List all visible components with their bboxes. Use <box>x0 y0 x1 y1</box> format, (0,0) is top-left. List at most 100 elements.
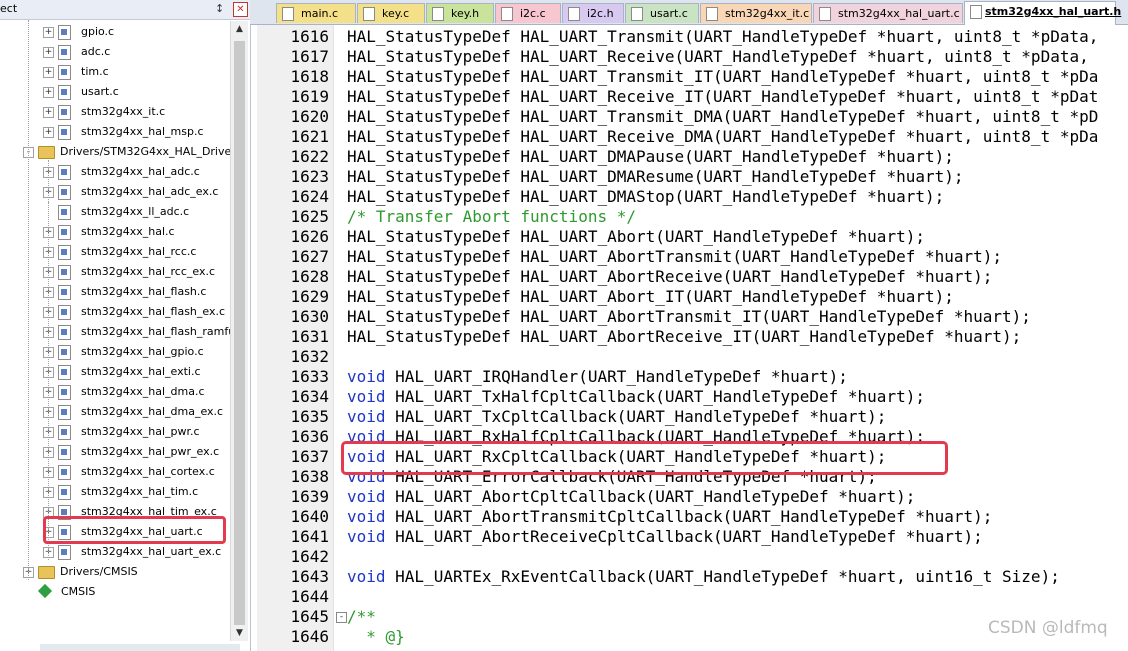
scroll-thumb[interactable] <box>234 41 245 626</box>
code-line[interactable]: void HAL_UART_TxHalfCpltCallback(UART_Ha… <box>347 387 925 407</box>
c-file-icon <box>58 65 71 80</box>
tab-i2c-c[interactable]: i2c.c <box>495 3 561 23</box>
tree-item[interactable]: + stm32g4xx_hal_rcc_ex.c <box>0 262 230 282</box>
file-icon <box>363 7 375 21</box>
code-line[interactable]: void HAL_UART_IRQHandler(UART_HandleType… <box>347 367 848 387</box>
code-line[interactable]: /** <box>347 607 376 627</box>
code-line[interactable]: void HAL_UARTEx_RxEventCallback(UART_Han… <box>347 567 1060 587</box>
tree-item[interactable]: + stm32g4xx_hal_dma_ex.c <box>0 402 230 422</box>
tree-item-label: stm32g4xx_hal_msp.c <box>81 125 204 138</box>
c-file-icon <box>58 485 71 500</box>
code-line[interactable]: void HAL_UART_TxCpltCallback(UART_Handle… <box>347 407 886 427</box>
tree-item[interactable]: + Drivers/CMSIS <box>0 562 230 582</box>
line-number: 1634 <box>290 387 329 406</box>
c-file-icon <box>58 405 71 420</box>
tree-item[interactable]: - Drivers/STM32G4xx_HAL_Driver <box>0 142 236 162</box>
code-token: HAL_UART_TxHalfCpltCallback(UART_HandleT… <box>385 387 925 406</box>
tree-item[interactable]: + stm32g4xx_hal_flash.c <box>0 282 230 302</box>
code-line[interactable]: HAL_StatusTypeDef HAL_UART_DMAPause(UART… <box>347 147 954 167</box>
code-line[interactable]: HAL_StatusTypeDef HAL_UART_AbortReceive(… <box>347 267 992 287</box>
tab-key-h[interactable]: key.h <box>426 3 494 23</box>
close-icon[interactable]: ✕ <box>233 2 248 17</box>
code-line[interactable]: HAL_StatusTypeDef HAL_UART_Receive(UART_… <box>347 47 1098 67</box>
code-line[interactable]: HAL_StatusTypeDef HAL_UART_DMAResume(UAR… <box>347 167 964 187</box>
tree-item[interactable]: + stm32g4xx_hal_exti.c <box>0 362 230 382</box>
file-icon <box>432 7 444 21</box>
c-file-icon <box>58 185 71 200</box>
code-line[interactable]: void HAL_UART_AbortCpltCallback(UART_Han… <box>347 487 915 507</box>
tree-item[interactable]: + stm32g4xx_hal_pwr_ex.c <box>0 442 230 462</box>
tree-item[interactable]: + stm32g4xx_hal_dma.c <box>0 382 230 402</box>
tree-item[interactable]: + stm32g4xx_hal_cortex.c <box>0 462 230 482</box>
fold-toggle-icon[interactable]: - <box>336 612 347 623</box>
tree-item[interactable]: CMSIS <box>0 582 230 602</box>
code-line[interactable]: HAL_StatusTypeDef HAL_UART_Transmit_IT(U… <box>347 67 1098 87</box>
tab-stm32g4xx-hal-uart-c[interactable]: stm32g4xx_hal_uart.c <box>813 3 963 23</box>
tab-main-c[interactable]: main.c <box>276 3 356 23</box>
code-token: HAL_StatusTypeDef HAL_UART_Receive(UART_… <box>347 47 1099 66</box>
tab-stm32g4xx-it-c[interactable]: stm32g4xx_it.c <box>700 3 812 23</box>
tab-label: stm32g4xx_hal_uart.h <box>985 5 1122 18</box>
tree-item[interactable]: + stm32g4xx_hal_flash_ramfun <box>0 322 242 342</box>
tree-item[interactable]: stm32g4xx_ll_adc.c <box>0 202 230 222</box>
tree-item-label: stm32g4xx_hal_pwr_ex.c <box>81 445 220 458</box>
code-token: HAL_UART_AbortTransmitCpltCallback(UART_… <box>385 507 993 526</box>
code-line[interactable]: HAL_StatusTypeDef HAL_UART_Transmit_DMA(… <box>347 107 1098 127</box>
tree-item[interactable]: + stm32g4xx_it.c <box>0 102 230 122</box>
c-file-icon <box>58 45 71 60</box>
tab-i2c-h[interactable]: i2c.h <box>562 3 624 23</box>
code-line[interactable]: HAL_StatusTypeDef HAL_UART_Abort_IT(UART… <box>347 287 954 307</box>
tree-item[interactable]: + stm32g4xx_hal_gpio.c <box>0 342 230 362</box>
tree-item[interactable]: + stm32g4xx_hal.c <box>0 222 230 242</box>
expand-icon[interactable]: + <box>43 107 54 118</box>
expand-icon[interactable]: + <box>43 67 54 78</box>
tree-item[interactable]: + stm32g4xx_hal_uart_ex.c <box>0 542 230 562</box>
code-line[interactable]: HAL_StatusTypeDef HAL_UART_AbortReceive_… <box>347 327 1021 347</box>
code-token: HAL_StatusTypeDef HAL_UART_Receive_IT(UA… <box>347 87 1099 106</box>
code-line[interactable]: HAL_StatusTypeDef HAL_UART_AbortTransmit… <box>347 307 1031 327</box>
line-number: 1630 <box>290 307 329 326</box>
tree-item[interactable]: + adc.c <box>0 42 230 62</box>
code-editor[interactable]: 1616 1617 1618 1619 1620 1621 1622 1623 1624 1625… <box>257 25 1128 651</box>
tree-item[interactable]: + stm32g4xx_hal_msp.c <box>0 122 230 142</box>
pin-icon[interactable]: ↕ <box>215 2 224 15</box>
tree-item[interactable]: + stm32g4xx_hal_pwr.c <box>0 422 230 442</box>
tree-scrollbar[interactable]: ▲ ▼ <box>230 21 248 641</box>
tree-item-label: Drivers/STM32G4xx_HAL_Driver <box>60 145 236 158</box>
code-line[interactable]: * @} <box>347 627 405 647</box>
line-number: 1638 <box>290 467 329 486</box>
code-line[interactable]: HAL_StatusTypeDef HAL_UART_Transmit(UART… <box>347 27 1108 47</box>
c-file-icon <box>58 205 71 220</box>
line-number: 1624 <box>290 187 329 206</box>
code-line[interactable]: void HAL_UART_AbortReceiveCpltCallback(U… <box>347 527 983 547</box>
tree-item[interactable]: + gpio.c <box>0 22 230 42</box>
tree-item[interactable]: + stm32g4xx_hal_adc.c <box>0 162 230 182</box>
file-icon <box>631 7 643 21</box>
expand-icon[interactable]: + <box>43 87 54 98</box>
tree-item[interactable]: + tim.c <box>0 62 230 82</box>
line-number: 1616 <box>290 27 329 46</box>
code-line[interactable]: HAL_StatusTypeDef HAL_UART_Receive_DMA(U… <box>347 127 1098 147</box>
tab-usart-c[interactable]: usart.c <box>625 3 699 23</box>
expand-icon[interactable]: + <box>43 47 54 58</box>
code-line[interactable]: HAL_StatusTypeDef HAL_UART_Receive_IT(UA… <box>347 87 1098 107</box>
expand-icon[interactable]: + <box>43 27 54 38</box>
tab-key-c[interactable]: key.c <box>357 3 425 23</box>
keyword-token: void <box>347 407 386 426</box>
code-line[interactable]: /* Transfer Abort functions */ <box>347 207 636 227</box>
tree-item[interactable]: + stm32g4xx_hal_tim.c <box>0 482 230 502</box>
tree-item[interactable]: + stm32g4xx_hal_adc_ex.c <box>0 182 230 202</box>
expand-icon[interactable]: + <box>43 127 54 138</box>
tree-item[interactable]: + usart.c <box>0 82 230 102</box>
scroll-down-arrow-icon[interactable]: ▼ <box>231 625 248 641</box>
code-line[interactable]: HAL_StatusTypeDef HAL_UART_Abort(UART_Ha… <box>347 227 925 247</box>
tree-item[interactable]: + stm32g4xx_hal_rcc.c <box>0 242 230 262</box>
comment-token: /** <box>347 607 376 626</box>
code-line[interactable]: HAL_StatusTypeDef HAL_UART_AbortTransmit… <box>347 247 1002 267</box>
scroll-up-arrow-icon[interactable]: ▲ <box>231 21 248 37</box>
code-line[interactable]: void HAL_UART_AbortTransmitCpltCallback(… <box>347 507 992 527</box>
line-number: 1625 <box>290 207 329 226</box>
tab-stm32g4xx-hal-uart-h[interactable]: stm32g4xx_hal_uart.h <box>964 1 1121 25</box>
code-line[interactable]: HAL_StatusTypeDef HAL_UART_DMAStop(UART_… <box>347 187 944 207</box>
tree-item[interactable]: + stm32g4xx_hal_flash_ex.c <box>0 302 230 322</box>
